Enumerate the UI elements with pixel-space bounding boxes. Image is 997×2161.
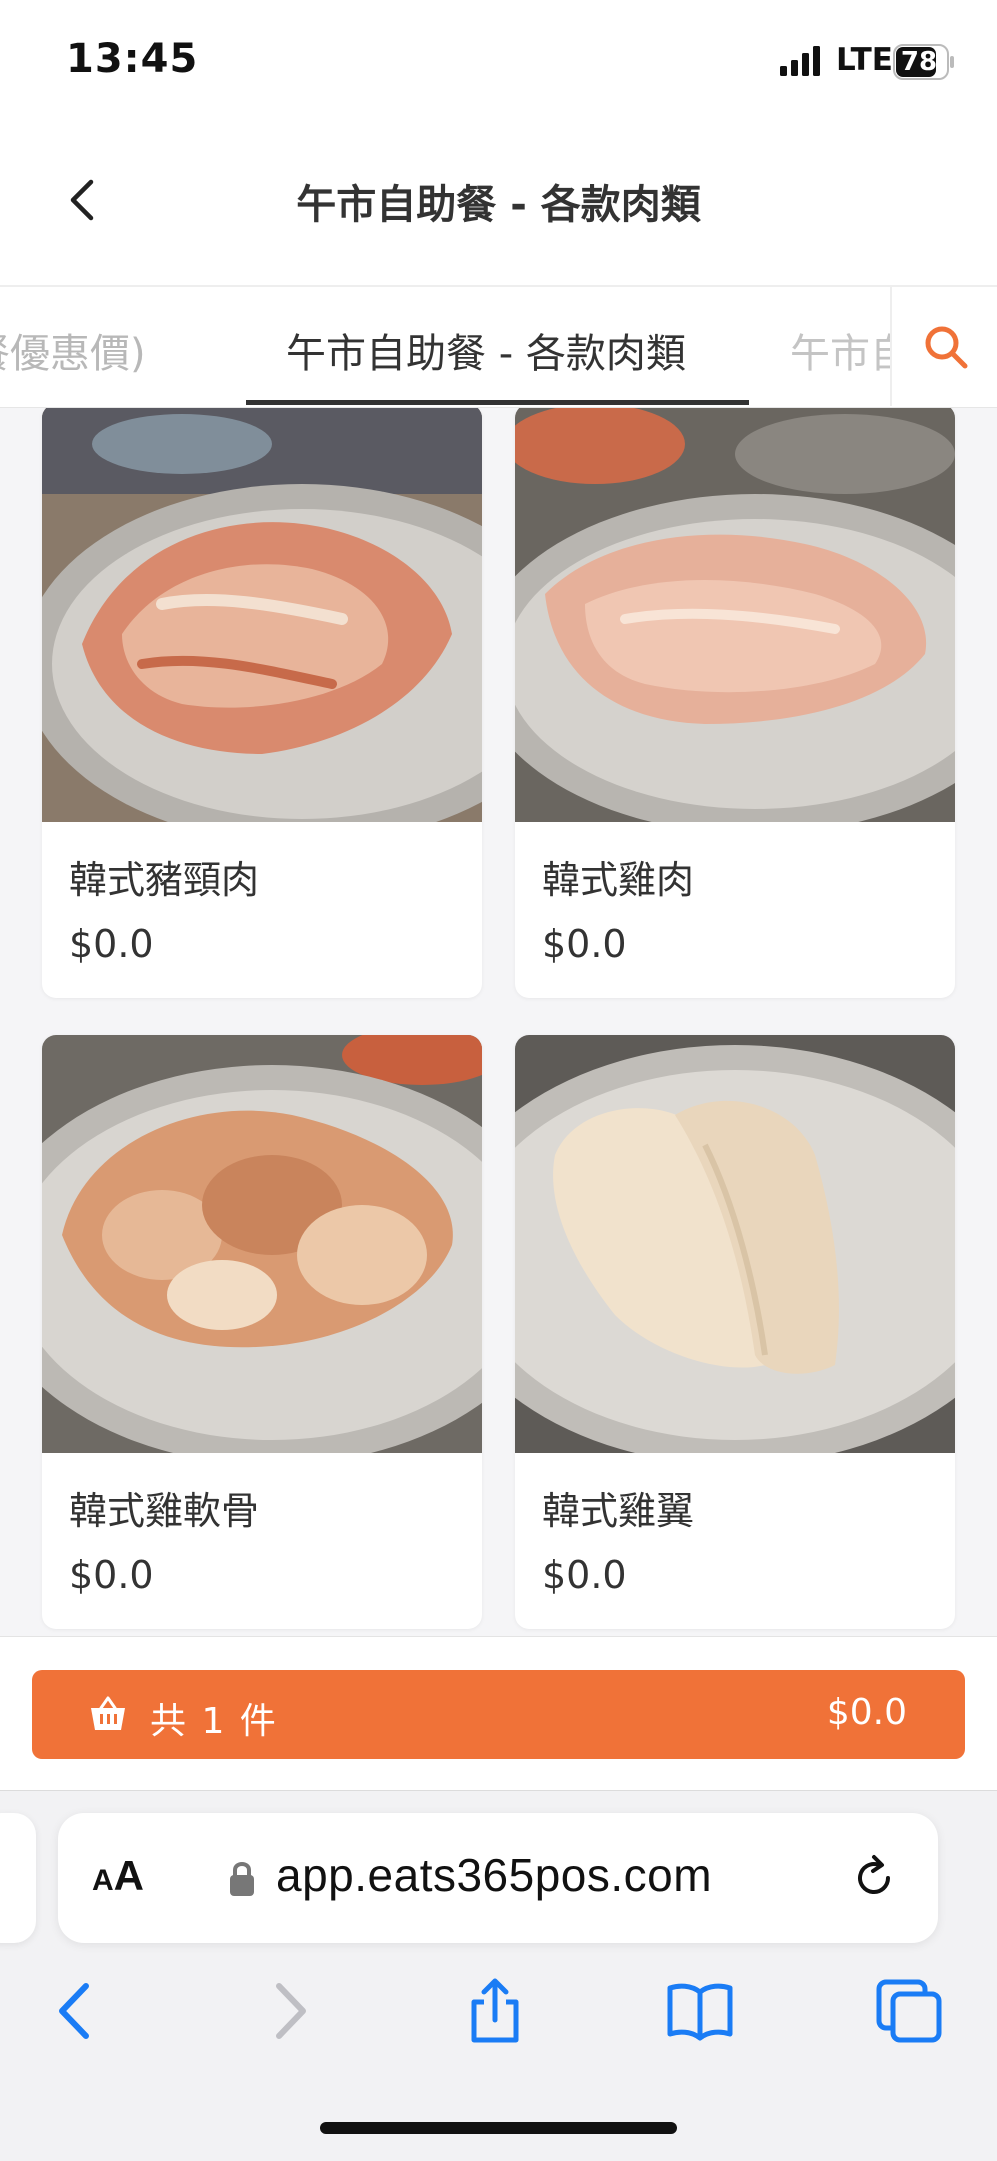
product-card-chicken-wing[interactable]: 韓式雞翼 $0.0 [515, 1035, 955, 1629]
reader-small-a: A [92, 1864, 114, 1897]
back-button[interactable] [52, 165, 112, 235]
product-image [42, 408, 482, 822]
product-card-pork-neck[interactable]: 韓式豬頸肉 $0.0 [42, 408, 482, 998]
product-price: $0.0 [69, 922, 154, 966]
page-title: 午市自助餐 - 各款肉類 [296, 182, 701, 228]
share-icon[interactable] [460, 1976, 530, 2046]
network-label: LTE [836, 42, 893, 78]
back-icon[interactable] [40, 1976, 110, 2046]
tabs-icon[interactable] [875, 1976, 945, 2046]
product-name: 韓式雞翼 [542, 1489, 695, 1533]
product-grid: 韓式豬頸肉 $0.0 韓式雞肉 $0.0 韓式雞軟骨 $0.0 韓式雞翼 $0.… [0, 408, 997, 1636]
product-card-chicken[interactable]: 韓式雞肉 $0.0 [515, 408, 955, 998]
product-image [515, 408, 955, 822]
bookmarks-icon[interactable] [665, 1976, 735, 2046]
home-indicator [320, 2122, 677, 2134]
product-price: $0.0 [542, 922, 627, 966]
product-name: 韓式雞軟骨 [69, 1489, 260, 1533]
url-text[interactable]: app.eats365pos.com [276, 1848, 712, 1902]
tab-previous-category[interactable]: 餐優惠價) [0, 321, 146, 379]
reader-settings-button[interactable]: AA [92, 1852, 162, 1904]
adjacent-tab-preview[interactable] [0, 1813, 36, 1943]
search-icon [925, 326, 967, 368]
tab-meat-category[interactable]: 午市自助餐 - 各款肉類 [286, 321, 686, 379]
cart-item-count: 共 1 件 [150, 1701, 278, 1742]
tab-next-category[interactable]: 午市自 [790, 321, 890, 379]
search-button[interactable] [890, 287, 997, 406]
battery-level: 78 [900, 47, 938, 77]
chevron-left-icon [70, 179, 94, 221]
product-name: 韓式豬頸肉 [69, 858, 260, 902]
product-price: $0.0 [69, 1553, 154, 1597]
product-price: $0.0 [542, 1553, 627, 1597]
reload-icon[interactable] [848, 1852, 900, 1904]
product-image [515, 1035, 955, 1453]
category-tab-bar: 餐優惠價) 午市自助餐 - 各款肉類 午市自 [0, 287, 997, 408]
product-image [42, 1035, 482, 1453]
product-name: 韓式雞肉 [542, 858, 695, 902]
status-time: 13:45 [66, 36, 199, 82]
active-tab-indicator [246, 400, 749, 405]
lock-icon [230, 1862, 254, 1896]
cart-total: $0.0 [826, 1692, 907, 1733]
product-card-chicken-cartilage[interactable]: 韓式雞軟骨 $0.0 [42, 1035, 482, 1629]
reader-big-a: A [113, 1852, 145, 1899]
basket-icon [91, 1696, 125, 1730]
forward-icon[interactable] [255, 1976, 325, 2046]
signal-icon [780, 46, 820, 76]
